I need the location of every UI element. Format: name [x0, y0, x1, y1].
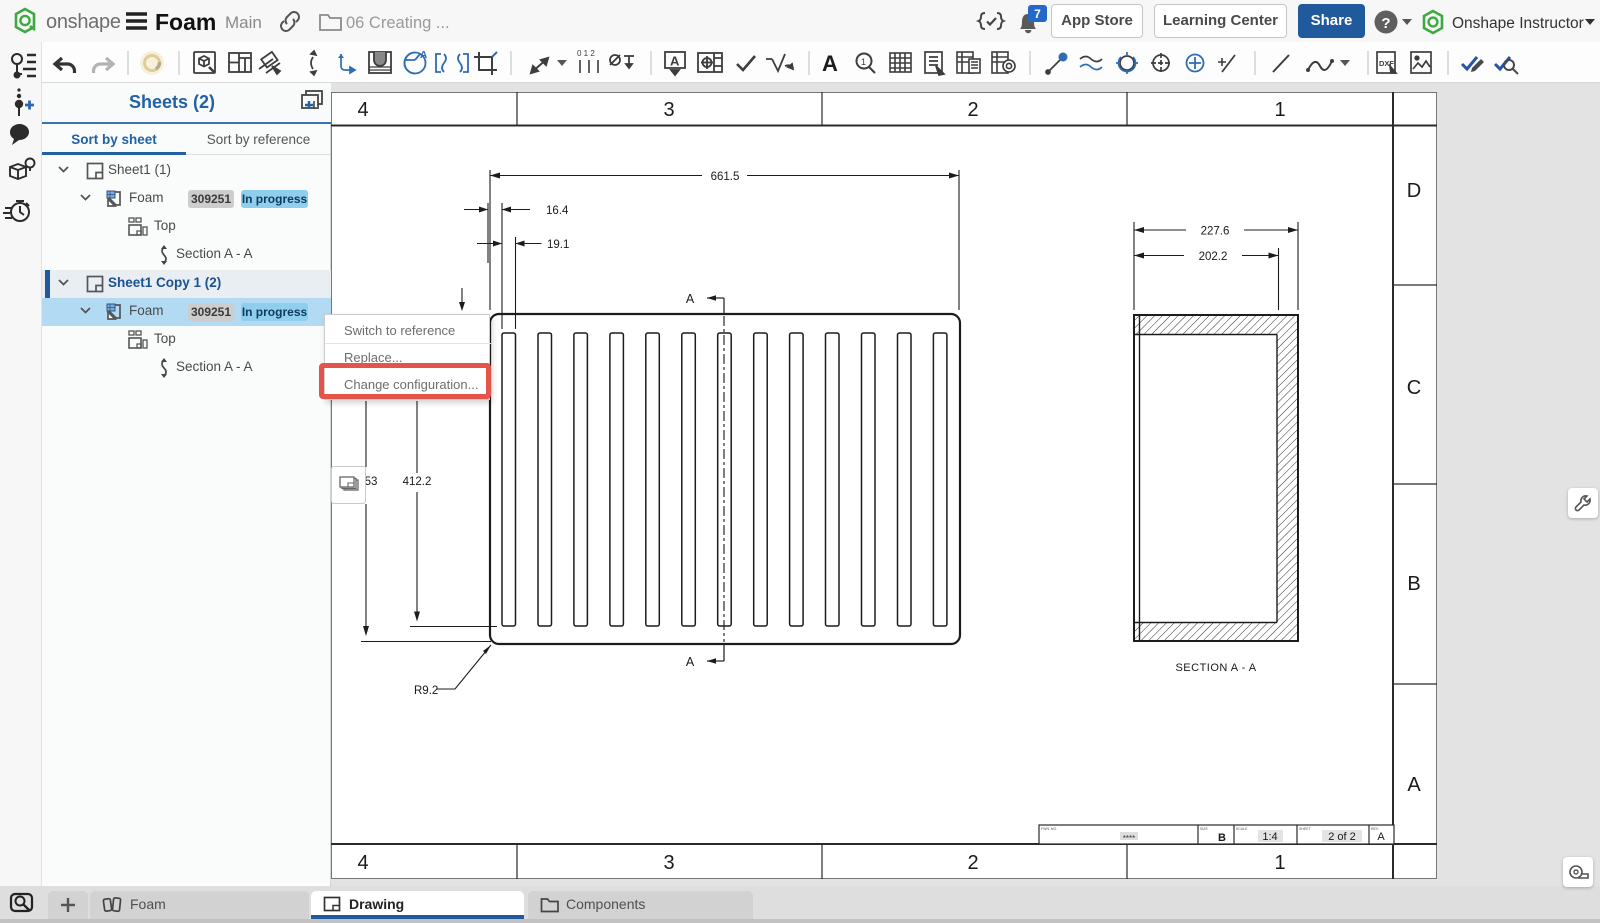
svg-text:19.1: 19.1 [547, 239, 569, 251]
svg-text:?: ? [1381, 15, 1390, 32]
svg-text:SHEET: SHEET [1299, 827, 1312, 831]
svg-text:SCALE: SCALE [1236, 827, 1248, 831]
svg-text:A: A [1407, 774, 1421, 796]
svg-text:A: A [420, 50, 427, 61]
svg-text:SIZE: SIZE [1200, 827, 1208, 831]
svg-text:A: A [1377, 831, 1385, 843]
svg-text:4: 4 [357, 852, 368, 874]
svg-text:3: 3 [663, 852, 674, 874]
svg-text:1: 1 [861, 57, 866, 67]
svg-text:412.2: 412.2 [403, 476, 432, 488]
svg-text:1:4: 1:4 [1262, 831, 1277, 843]
svg-text:DXF: DXF [1379, 59, 1394, 68]
svg-text:C: C [1407, 377, 1421, 399]
svg-text:06 Creating ...: 06 Creating ... [346, 14, 450, 32]
svg-text:16.4: 16.4 [546, 205, 569, 217]
svg-text:A: A [686, 655, 695, 669]
svg-text:A: A [686, 292, 695, 306]
svg-text:Onshape Instructor: Onshape Instructor [1452, 15, 1584, 32]
svg-text:2: 2 [967, 852, 978, 874]
svg-text:Foam: Foam [155, 9, 216, 35]
svg-text:7: 7 [1034, 7, 1041, 21]
svg-text:3: 3 [663, 99, 674, 121]
svg-text:1: 1 [1274, 99, 1285, 121]
svg-text:SECTION A - A: SECTION A - A [1175, 662, 1256, 674]
svg-text:R9.2: R9.2 [414, 685, 438, 697]
svg-text:onshape: onshape [46, 11, 121, 33]
svg-text:B: B [1218, 832, 1226, 844]
svg-text:FWN. NO.: FWN. NO. [1041, 827, 1057, 831]
svg-text:B: B [1407, 573, 1420, 595]
svg-text:1: 1 [1274, 852, 1285, 874]
svg-text:2: 2 [967, 99, 978, 121]
svg-text:4: 4 [357, 99, 368, 121]
svg-text:Main: Main [225, 13, 262, 32]
svg-text:2 of 2: 2 of 2 [1328, 831, 1356, 843]
svg-text:0 1 2: 0 1 2 [577, 49, 595, 58]
svg-text:A: A [670, 54, 680, 69]
svg-text:661.5: 661.5 [711, 171, 740, 183]
svg-text:227.6: 227.6 [1201, 226, 1230, 238]
svg-text:A: A [822, 51, 838, 76]
svg-text:D: D [1407, 180, 1421, 202]
svg-text:****: **** [1123, 834, 1135, 843]
svg-text:202.2: 202.2 [1199, 251, 1228, 263]
